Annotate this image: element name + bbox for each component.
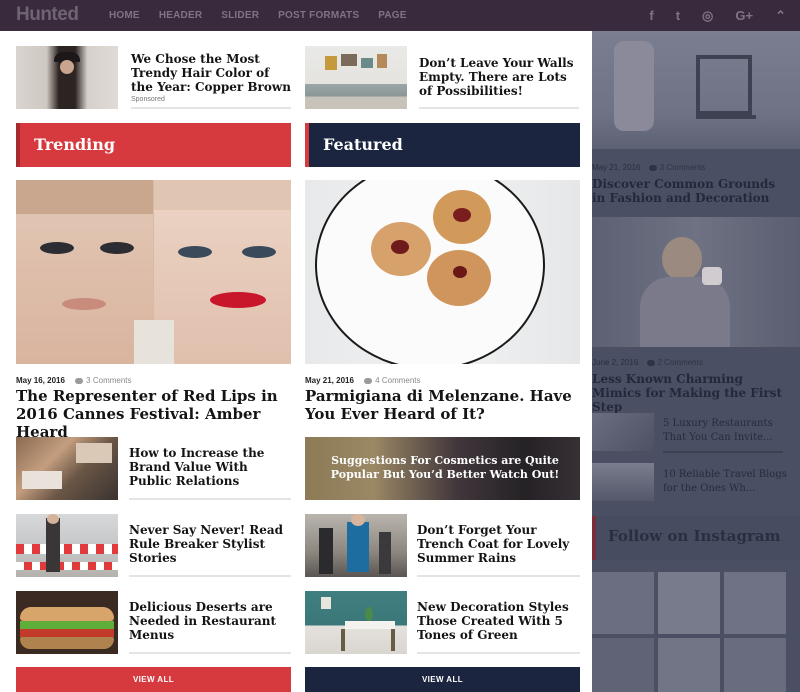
post-meta: May 21, 2016 4 Comments [305, 376, 421, 385]
instagram-photo[interactable] [658, 572, 720, 634]
trending-featured-title[interactable]: The Representer of Red Lips in 2016 Cann… [16, 387, 296, 441]
nav-home[interactable]: HOME [109, 0, 140, 31]
sidebar-post-meta: May 21, 2016 3 Comments [592, 163, 705, 172]
comment-count[interactable]: 2 Comments [658, 358, 703, 367]
divider [417, 575, 580, 577]
post-thumbnail[interactable] [16, 437, 118, 500]
nav-header[interactable]: HEADER [159, 0, 202, 31]
post-title[interactable]: New Decoration Styles Those Created With… [417, 600, 577, 642]
twitter-icon[interactable]: t [676, 0, 680, 31]
comment-count[interactable]: 3 Comments [86, 376, 131, 385]
post-title[interactable]: How to Increase the Brand Value With Pub… [129, 446, 294, 488]
post-thumbnail[interactable] [16, 514, 118, 577]
instagram-icon[interactable]: ◎ [702, 0, 713, 31]
sidebar-small-title[interactable]: 5 Luxury Restaurants That You Can Invite… [663, 417, 793, 445]
site-logo[interactable]: Hunted [16, 4, 79, 26]
instagram-photo[interactable] [724, 572, 786, 634]
divider [129, 575, 291, 577]
post-thumbnail[interactable] [16, 46, 118, 109]
chevron-up-icon[interactable]: ⌃ [775, 0, 786, 31]
instagram-photo[interactable] [724, 638, 786, 692]
nav-post-formats[interactable]: POST FORMATS [278, 0, 359, 31]
featured-banner[interactable]: Suggestions For Cosmetics are Quite Popu… [305, 437, 580, 500]
featured-main-title[interactable]: Parmigiana di Melenzane. Have You Ever H… [305, 387, 585, 423]
comment-count[interactable]: 3 Comments [660, 163, 705, 172]
post-thumbnail[interactable] [305, 46, 407, 109]
instagram-photo[interactable] [592, 638, 654, 692]
social-links: f t ◎ G+ ⌃ [649, 0, 786, 31]
trending-header: Trending [16, 123, 291, 167]
divider [417, 652, 580, 654]
sidebar: May 21, 2016 3 Comments Discover Common … [592, 31, 800, 692]
sidebar-small-thumbnail[interactable] [592, 413, 654, 451]
instagram-photo[interactable] [592, 572, 654, 634]
post-title[interactable]: Never Say Never! Read Rule Breaker Styli… [129, 523, 289, 565]
instagram-widget-title: Follow on Instagram [608, 527, 781, 545]
post-meta: May 16, 2016 3 Comments [16, 376, 132, 385]
comment-icon [648, 165, 657, 171]
divider [663, 451, 783, 453]
comment-count[interactable]: 4 Comments [375, 376, 420, 385]
divider [419, 107, 579, 109]
top-navbar: Hunted HOME HEADER SLIDER POST FORMATS P… [0, 0, 800, 31]
comment-icon [646, 360, 655, 366]
trending-featured-image[interactable] [16, 180, 291, 364]
post-thumbnail[interactable] [16, 591, 118, 654]
sidebar-post-title[interactable]: Discover Common Grounds in Fashion and D… [592, 177, 792, 205]
nav-page[interactable]: PAGE [378, 0, 406, 31]
sidebar-post-title[interactable]: Less Known Charming Mimics for Making th… [592, 372, 792, 414]
google-plus-icon[interactable]: G+ [735, 0, 753, 31]
comment-icon [364, 378, 373, 384]
post-title[interactable]: Delicious Deserts are Needed in Restaura… [129, 600, 289, 642]
instagram-photo[interactable] [658, 638, 720, 692]
post-title[interactable]: Don’t Forget Your Trench Coat for Lovely… [417, 523, 582, 565]
post-title[interactable]: Don’t Leave Your Walls Empty. There are … [419, 56, 579, 98]
nav-slider[interactable]: SLIDER [221, 0, 259, 31]
trending-view-all-button[interactable]: VIEW ALL [16, 667, 291, 692]
divider [129, 498, 291, 500]
post-thumbnail[interactable] [305, 514, 407, 577]
divider [131, 107, 291, 109]
post-date: May 21, 2016 [592, 163, 641, 172]
post-title[interactable]: We Chose the Most Trendy Hair Color of t… [131, 52, 291, 94]
divider [129, 652, 291, 654]
main-nav: HOME HEADER SLIDER POST FORMATS PAGE [109, 0, 426, 31]
comment-icon [75, 378, 84, 384]
featured-heading: Featured [323, 135, 403, 154]
facebook-icon[interactable]: f [649, 0, 653, 31]
featured-main-image[interactable] [305, 180, 580, 364]
banner-title: Suggestions For Cosmetics are Quite Popu… [330, 454, 560, 481]
sidebar-post-meta: June 2, 2016 2 Comments [592, 358, 703, 367]
post-date: June 2, 2016 [592, 358, 639, 367]
sidebar-small-thumbnail[interactable] [592, 463, 654, 501]
featured-view-all-button[interactable]: VIEW ALL [305, 667, 580, 692]
trending-heading: Trending [34, 135, 116, 154]
post-date: May 21, 2016 [305, 376, 354, 385]
post-thumbnail[interactable] [305, 591, 407, 654]
sidebar-post-image[interactable] [592, 217, 800, 347]
sponsored-badge: Sponsored [131, 96, 165, 103]
post-date: May 16, 2016 [16, 376, 65, 385]
sidebar-post-image[interactable] [592, 31, 800, 149]
featured-header: Featured [305, 123, 580, 167]
sidebar-small-title[interactable]: 10 Reliable Travel Blogs for the Ones Wh… [663, 468, 793, 496]
